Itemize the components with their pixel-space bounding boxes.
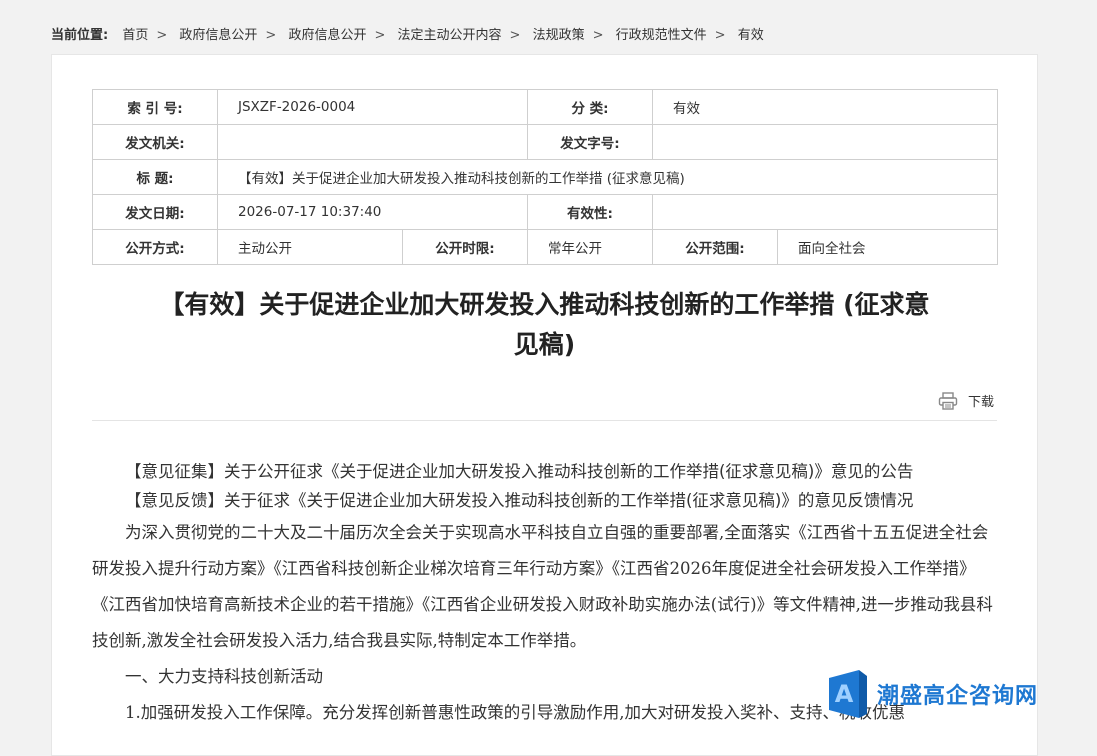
breadcrumb-valid[interactable]: 有效 <box>738 28 764 43</box>
docno-value <box>652 124 998 160</box>
date-label: 发文日期: <box>92 194 218 230</box>
scope-value: 面向全社会 <box>777 229 998 265</box>
category-label: 分 类: <box>527 89 653 125</box>
issuer-label: 发文机关: <box>92 124 218 160</box>
date-value: 2026-07-17 10:37:40 <box>217 194 528 230</box>
docno-label: 发文字号: <box>527 124 653 160</box>
breadcrumb-gov-info-2[interactable]: 政府信息公开 <box>288 28 366 43</box>
notice-solicitation-link[interactable]: 【意见征集】关于公开征求《关于促进企业加大研发投入推动科技创新的工作举措(征求意… <box>92 457 997 486</box>
metadata-table: 索 引 号: JSXZF-2026-0004 分 类: 有效 发文机关: 发文字… <box>92 89 998 265</box>
svg-text:A: A <box>835 680 854 708</box>
download-label: 下载 <box>968 395 995 410</box>
breadcrumb: 当前位置: 首页 > 政府信息公开 > 政府信息公开 > 法定主动公开内容 > 法规政策… <box>51 28 764 43</box>
download-button[interactable]: 下载 <box>938 391 994 410</box>
breadcrumb-normative-docs[interactable]: 行政规范性文件 <box>616 28 707 43</box>
mode-value: 主动公开 <box>217 229 403 265</box>
document-title-line2: 见稿) <box>513 330 576 359</box>
watermark-text: 潮盛高企咨询网 <box>877 683 1039 709</box>
breadcrumb-home[interactable]: 首页 <box>122 28 148 43</box>
title-value: 【有效】关于促进企业加大研发投入推动科技创新的工作举措 (征求意见稿) <box>217 159 998 195</box>
notice-feedback-link[interactable]: 【意见反馈】关于征求《关于促进企业加大研发投入推动科技创新的工作举措(征求意见稿… <box>92 486 997 515</box>
validity-label: 有效性: <box>527 194 653 230</box>
watermark-logo-icon: A <box>829 670 867 718</box>
index-label: 索 引 号: <box>92 89 218 125</box>
document-title-line1: 【有效】关于促进企业加大研发投入推动科技创新的工作举措 (征求意 <box>159 290 930 319</box>
scope-label: 公开范围: <box>652 229 778 265</box>
content-card: 索 引 号: JSXZF-2026-0004 分 类: 有效 发文机关: 发文字… <box>51 54 1038 756</box>
document-title: 【有效】关于促进企业加大研发投入推动科技创新的工作举措 (征求意 见稿) <box>102 285 987 365</box>
title-label: 标 题: <box>92 159 218 195</box>
printer-icon <box>938 391 958 410</box>
breadcrumb-lead: 当前位置: <box>51 28 109 43</box>
breadcrumb-statutory[interactable]: 法定主动公开内容 <box>398 28 502 43</box>
period-value: 常年公开 <box>527 229 653 265</box>
issuer-value <box>217 124 528 160</box>
period-label: 公开时限: <box>402 229 528 265</box>
mode-label: 公开方式: <box>92 229 218 265</box>
site-watermark: A 潮盛高企咨询网 <box>829 670 1038 718</box>
breadcrumb-regulations[interactable]: 法规政策 <box>533 28 585 43</box>
category-value: 有效 <box>652 89 998 125</box>
validity-value <box>652 194 998 230</box>
intro-paragraph: 为深入贯彻党的二十大及二十届历次全会关于实现高水平科技自立自强的重要部署,全面落… <box>92 523 993 650</box>
breadcrumb-gov-info[interactable]: 政府信息公开 <box>179 28 257 43</box>
title-divider <box>92 420 997 421</box>
index-value: JSXZF-2026-0004 <box>217 89 528 125</box>
